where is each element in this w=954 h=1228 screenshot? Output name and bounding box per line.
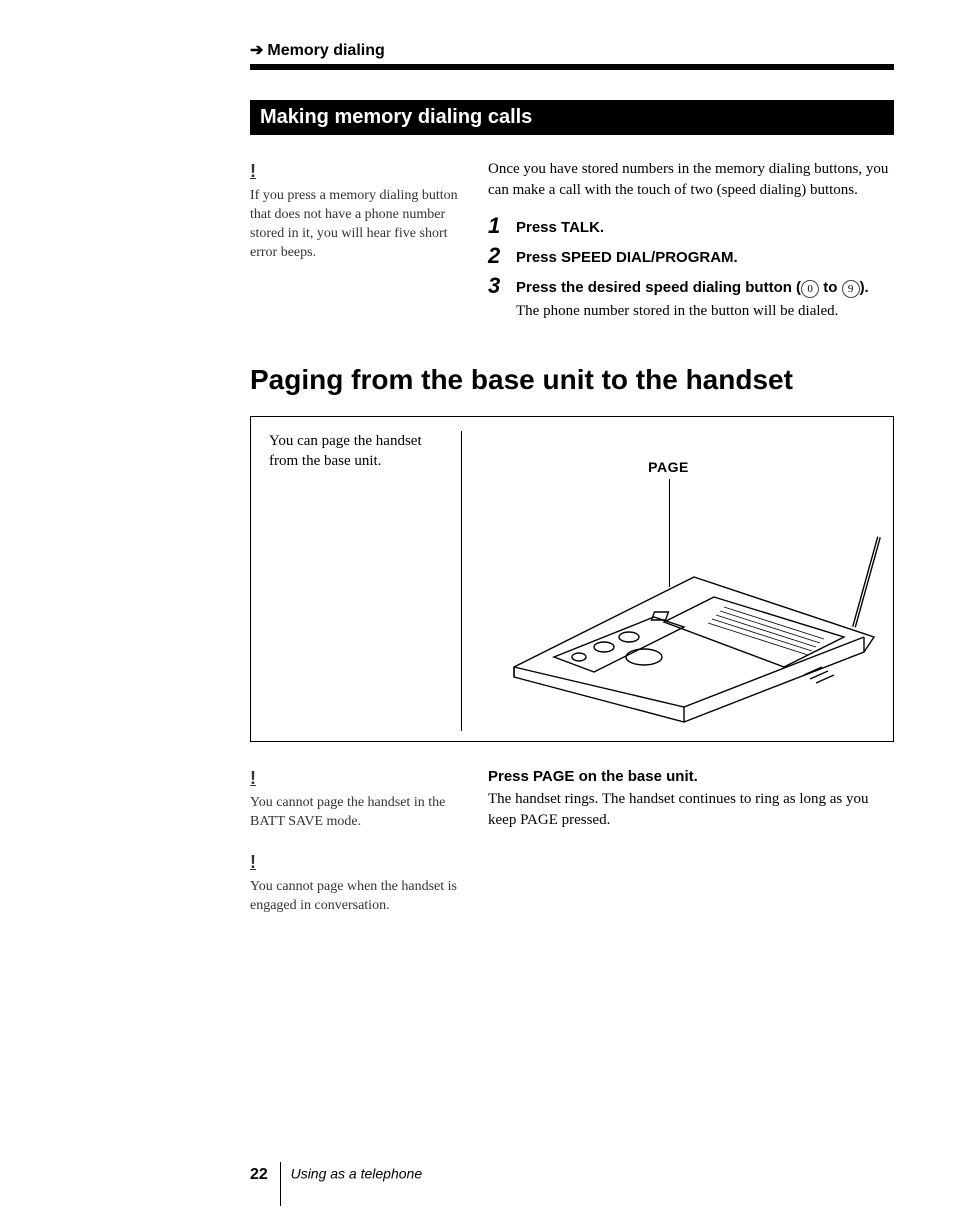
figure-box: You can page the handset from the base u… [250,416,894,742]
intro-paragraph: Once you have stored numbers in the memo… [488,159,894,201]
step-title-mid: to [819,279,842,296]
instruction-detail: The handset rings. The handset continues… [488,789,894,831]
sidenote-text: You cannot page when the handset is enga… [250,878,470,916]
step-title: Press SPEED DIAL/PROGRAM. [516,249,738,266]
warning-icon: ! [250,766,470,790]
footer-divider [280,1162,281,1206]
warning-icon: ! [250,159,470,183]
circled-zero-icon: 0 [801,280,819,298]
note-block: ! You cannot page when the handset is en… [250,850,470,916]
footer-section: Using as a telephone [291,1166,423,1182]
sidenote-text: You cannot page the handset in the BATT … [250,794,470,832]
base-unit-illustration [484,517,884,727]
sidenote-column: ! If you press a memory dialing button t… [250,159,470,281]
step-title-pre: Press the desired speed dialing button ( [516,279,801,296]
warning-icon: ! [250,850,470,874]
step-detail: The phone number stored in the button wi… [516,301,894,322]
step-body: Press TALK. [516,215,894,239]
step-number: 1 [488,215,516,237]
step-body: Press SPEED DIAL/PROGRAM. [516,245,894,269]
memory-dial-columns: ! If you press a memory dialing button t… [250,159,894,328]
step-title-post: ). [860,279,869,296]
figure-caption: You can page the handset from the base u… [269,431,462,731]
main-column: Press PAGE on the base unit. The handset… [488,766,894,831]
step-number: 2 [488,245,516,267]
step-number: 3 [488,275,516,297]
step-row: 1 Press TALK. [488,215,894,239]
sidenote-column: ! You cannot page the handset in the BAT… [250,766,470,934]
breadcrumb: ➔Memory dialing [250,40,894,60]
main-column: Once you have stored numbers in the memo… [488,159,894,328]
page-button-label: PAGE [648,459,689,475]
circled-nine-icon: 9 [842,280,860,298]
page-number: 22 [250,1166,268,1183]
section-title-bar: Making memory dialing calls [250,100,894,135]
breadcrumb-text: Memory dialing [267,42,384,59]
instruction-title: Press PAGE on the base unit. [488,766,894,787]
page-heading: Paging from the base unit to the handset [250,364,894,396]
note-block: ! You cannot page the handset in the BAT… [250,766,470,832]
divider [250,64,894,70]
manual-page: ➔Memory dialing Making memory dialing ca… [0,0,954,1228]
paging-columns: ! You cannot page the handset in the BAT… [250,766,894,934]
sidenote-text: If you press a memory dialing button tha… [250,187,470,263]
note-block: ! If you press a memory dialing button t… [250,159,470,263]
arrow-right-icon: ➔ [250,40,263,60]
step-row: 3 Press the desired speed dialing button… [488,275,894,322]
step-title: Press TALK. [516,219,604,236]
page-footer: 22 Using as a telephone [250,1162,422,1188]
figure-image: PAGE [462,431,875,731]
step-body: Press the desired speed dialing button (… [516,275,894,322]
step-row: 2 Press SPEED DIAL/PROGRAM. [488,245,894,269]
